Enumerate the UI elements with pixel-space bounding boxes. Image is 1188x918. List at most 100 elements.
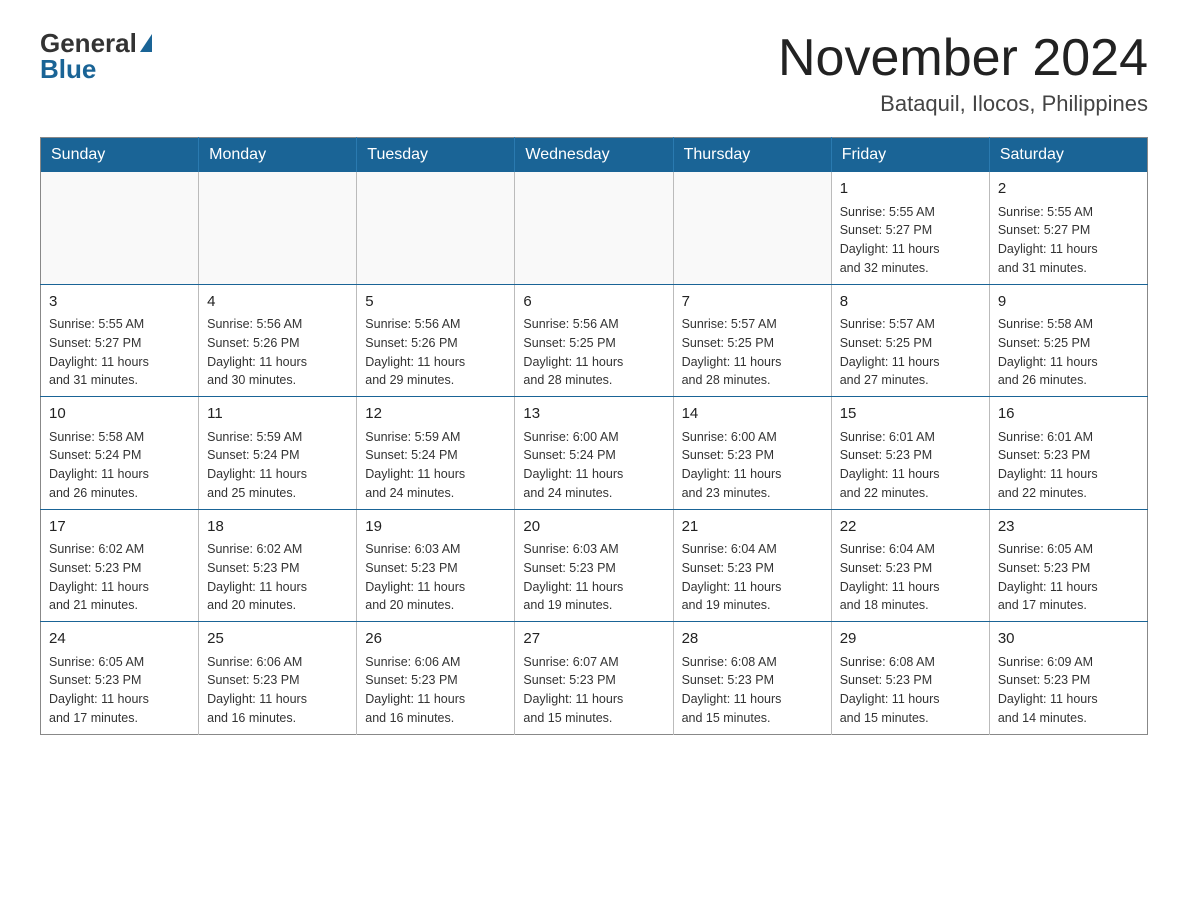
- day-number: 10: [49, 403, 190, 426]
- day-info: Sunrise: 6:07 AMSunset: 5:23 PMDaylight:…: [523, 653, 664, 728]
- day-info: Sunrise: 5:59 AMSunset: 5:24 PMDaylight:…: [207, 428, 348, 503]
- day-info: Sunrise: 6:08 AMSunset: 5:23 PMDaylight:…: [682, 653, 823, 728]
- day-number: 23: [998, 516, 1139, 539]
- calendar-cell: 11Sunrise: 5:59 AMSunset: 5:24 PMDayligh…: [199, 397, 357, 510]
- calendar-cell: 5Sunrise: 5:56 AMSunset: 5:26 PMDaylight…: [357, 284, 515, 397]
- day-info: Sunrise: 5:57 AMSunset: 5:25 PMDaylight:…: [682, 315, 823, 390]
- day-info: Sunrise: 5:57 AMSunset: 5:25 PMDaylight:…: [840, 315, 981, 390]
- calendar-week-row: 17 Sunrise: 6:02 AMSunset: 5:23 PMDayligh…: [41, 509, 1148, 622]
- day-info: Sunrise: 5:59 AMSunset: 5:24 PMDaylight:…: [365, 428, 506, 503]
- logo: General Blue: [40, 30, 152, 85]
- calendar-cell: 24Sunrise: 6:05 AMSunset: 5:23 PMDayligh…: [41, 622, 199, 735]
- calendar-cell: 3Sunrise: 5:55 AMSunset: 5:27 PMDaylight…: [41, 284, 199, 397]
- calendar-cell: 14Sunrise: 6:00 AMSunset: 5:23 PMDayligh…: [673, 397, 831, 510]
- title-block: November 2024 Bataquil, Ilocos, Philippi…: [778, 30, 1148, 117]
- day-number: 19: [365, 516, 506, 539]
- day-number: 6: [523, 291, 664, 314]
- day-info: Sunrise: 5:56 AMSunset: 5:25 PMDaylight:…: [523, 315, 664, 390]
- day-header-thursday: Thursday: [673, 138, 831, 173]
- calendar-cell: 12Sunrise: 5:59 AMSunset: 5:24 PMDayligh…: [357, 397, 515, 510]
- calendar-cell: 20Sunrise: 6:03 AMSunset: 5:23 PMDayligh…: [515, 509, 673, 622]
- day-number: 14: [682, 403, 823, 426]
- calendar-cell: 16Sunrise: 6:01 AMSunset: 5:23 PMDayligh…: [989, 397, 1147, 510]
- day-number: 2: [998, 178, 1139, 201]
- calendar-cell: 26Sunrise: 6:06 AMSunset: 5:23 PMDayligh…: [357, 622, 515, 735]
- calendar-cell: 1Sunrise: 5:55 AMSunset: 5:27 PMDaylight…: [831, 172, 989, 284]
- day-number: 22: [840, 516, 981, 539]
- day-info: Sunrise: 6:05 AMSunset: 5:23 PMDaylight:…: [49, 653, 190, 728]
- day-info: Sunrise: 6:01 AMSunset: 5:23 PMDaylight:…: [840, 428, 981, 503]
- calendar-body: 1 Sunrise: 5:55 AMSunset: 5:27 PMDaylight…: [41, 172, 1148, 734]
- day-number: 15: [840, 403, 981, 426]
- day-number: 12: [365, 403, 506, 426]
- calendar-cell: 2Sunrise: 5:55 AMSunset: 5:27 PMDaylight…: [989, 172, 1147, 284]
- calendar-cell: 28Sunrise: 6:08 AMSunset: 5:23 PMDayligh…: [673, 622, 831, 735]
- calendar-cell: 22Sunrise: 6:04 AMSunset: 5:23 PMDayligh…: [831, 509, 989, 622]
- day-info: Sunrise: 6:06 AMSunset: 5:23 PMDaylight:…: [365, 653, 506, 728]
- day-info: Sunrise: 6:04 AMSunset: 5:23 PMDaylight:…: [840, 540, 981, 615]
- day-number: 28: [682, 628, 823, 651]
- calendar-week-row: 1Sunrise: 5:55 AMSunset: 5:27 PMDaylight…: [41, 172, 1148, 284]
- day-number: 4: [207, 291, 348, 314]
- page-subtitle: Bataquil, Ilocos, Philippines: [778, 91, 1148, 117]
- day-number: 17: [49, 516, 190, 539]
- calendar-cell: 25Sunrise: 6:06 AMSunset: 5:23 PMDayligh…: [199, 622, 357, 735]
- day-number: 7: [682, 291, 823, 314]
- day-number: 8: [840, 291, 981, 314]
- calendar-cell: 6Sunrise: 5:56 AMSunset: 5:25 PMDaylight…: [515, 284, 673, 397]
- day-info: Sunrise: 6:03 AMSunset: 5:23 PMDaylight:…: [365, 540, 506, 615]
- day-number: 27: [523, 628, 664, 651]
- day-number: 13: [523, 403, 664, 426]
- calendar-cell: [199, 172, 357, 284]
- day-header-friday: Friday: [831, 138, 989, 173]
- day-number: 3: [49, 291, 190, 314]
- day-number: 11: [207, 403, 348, 426]
- day-header-monday: Monday: [199, 138, 357, 173]
- day-info: Sunrise: 6:06 AMSunset: 5:23 PMDaylight:…: [207, 653, 348, 728]
- calendar-cell: 18Sunrise: 6:02 AMSunset: 5:23 PMDayligh…: [199, 509, 357, 622]
- day-info: Sunrise: 5:58 AMSunset: 5:24 PMDaylight:…: [49, 428, 190, 503]
- calendar-cell: 29Sunrise: 6:08 AMSunset: 5:23 PMDayligh…: [831, 622, 989, 735]
- day-header-tuesday: Tuesday: [357, 138, 515, 173]
- calendar-cell: 7Sunrise: 5:57 AMSunset: 5:25 PMDaylight…: [673, 284, 831, 397]
- logo-general-text: General: [40, 30, 152, 56]
- day-info: Sunrise: 6:02 AMSunset: 5:23 PMDaylight:…: [207, 540, 348, 615]
- page-header: General Blue November 2024 Bataquil, Ilo…: [40, 30, 1148, 117]
- calendar-cell: [515, 172, 673, 284]
- logo-triangle-icon: [140, 34, 152, 52]
- day-header-saturday: Saturday: [989, 138, 1147, 173]
- calendar-cell: 30Sunrise: 6:09 AMSunset: 5:23 PMDayligh…: [989, 622, 1147, 735]
- calendar-week-row: 10Sunrise: 5:58 AMSunset: 5:24 PMDayligh…: [41, 397, 1148, 510]
- day-number: 5: [365, 291, 506, 314]
- day-number: 9: [998, 291, 1139, 314]
- day-info: Sunrise: 6:00 AMSunset: 5:24 PMDaylight:…: [523, 428, 664, 503]
- calendar-cell: 10Sunrise: 5:58 AMSunset: 5:24 PMDayligh…: [41, 397, 199, 510]
- day-headers-row: SundayMondayTuesdayWednesdayThursdayFrid…: [41, 138, 1148, 173]
- day-header-sunday: Sunday: [41, 138, 199, 173]
- day-info: Sunrise: 5:55 AMSunset: 5:27 PMDaylight:…: [49, 315, 190, 390]
- calendar-cell: 9Sunrise: 5:58 AMSunset: 5:25 PMDaylight…: [989, 284, 1147, 397]
- day-info: Sunrise: 6:03 AMSunset: 5:23 PMDaylight:…: [523, 540, 664, 615]
- logo-blue-text: Blue: [40, 54, 96, 85]
- calendar-cell: 8Sunrise: 5:57 AMSunset: 5:25 PMDaylight…: [831, 284, 989, 397]
- calendar-cell: 19Sunrise: 6:03 AMSunset: 5:23 PMDayligh…: [357, 509, 515, 622]
- page-title: November 2024: [778, 30, 1148, 87]
- day-info: Sunrise: 6:09 AMSunset: 5:23 PMDaylight:…: [998, 653, 1139, 728]
- day-number: 25: [207, 628, 348, 651]
- calendar-cell: [673, 172, 831, 284]
- day-number: 30: [998, 628, 1139, 651]
- calendar-week-row: 3Sunrise: 5:55 AMSunset: 5:27 PMDaylight…: [41, 284, 1148, 397]
- day-header-wednesday: Wednesday: [515, 138, 673, 173]
- day-number: 29: [840, 628, 981, 651]
- day-number: 1: [840, 178, 981, 201]
- calendar-cell: 21Sunrise: 6:04 AMSunset: 5:23 PMDayligh…: [673, 509, 831, 622]
- day-number: 16: [998, 403, 1139, 426]
- day-number: 20: [523, 516, 664, 539]
- calendar-cell: 13Sunrise: 6:00 AMSunset: 5:24 PMDayligh…: [515, 397, 673, 510]
- day-info: Sunrise: 5:58 AMSunset: 5:25 PMDaylight:…: [998, 315, 1139, 390]
- day-info: Sunrise: 5:56 AMSunset: 5:26 PMDaylight:…: [207, 315, 348, 390]
- calendar-header: SundayMondayTuesdayWednesdayThursdayFrid…: [41, 138, 1148, 173]
- calendar-cell: 27Sunrise: 6:07 AMSunset: 5:23 PMDayligh…: [515, 622, 673, 735]
- day-info: Sunrise: 6:01 AMSunset: 5:23 PMDaylight:…: [998, 428, 1139, 503]
- calendar-cell: 23Sunrise: 6:05 AMSunset: 5:23 PMDayligh…: [989, 509, 1147, 622]
